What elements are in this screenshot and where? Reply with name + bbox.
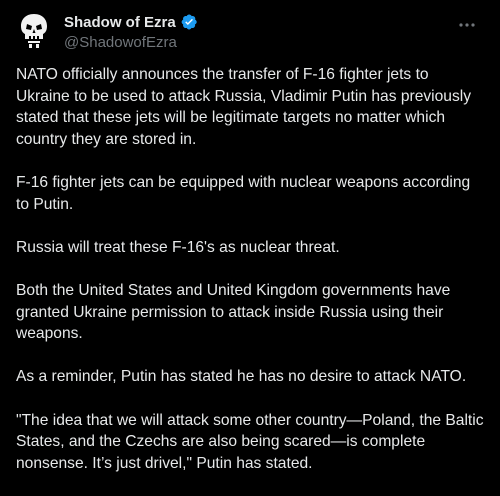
verified-badge-icon: [180, 13, 198, 31]
display-name-row: Shadow of Ezra: [64, 12, 198, 32]
tweet-paragraph: F-16 fighter jets can be equipped with n…: [16, 173, 471, 213]
tweet-paragraph: As a reminder, Putin has stated he has n…: [16, 368, 467, 386]
tweet-paragraph: Russia will treat these F-16's as nuclea…: [16, 238, 340, 256]
more-options-icon[interactable]: [454, 12, 480, 38]
display-name[interactable]: Shadow of Ezra: [64, 14, 176, 31]
tweet-header: Shadow of Ezra @ShadowofEzra: [14, 8, 486, 52]
tweet-text: NATO officially announces the transfer o…: [16, 64, 486, 496]
skull-avatar-icon[interactable]: [14, 10, 54, 50]
tweet-card: Shadow of Ezra @ShadowofEzra NATO offici…: [0, 0, 500, 476]
tweet-paragraph: "The idea that we will attack some other…: [16, 411, 484, 472]
tweet-paragraph: Both the United States and United Kingdo…: [16, 281, 451, 343]
tweet-paragraph: NATO officially announces the transfer o…: [16, 66, 472, 148]
handle[interactable]: @ShadowofEzra: [64, 34, 198, 51]
author-names: Shadow of Ezra @ShadowofEzra: [64, 12, 198, 51]
